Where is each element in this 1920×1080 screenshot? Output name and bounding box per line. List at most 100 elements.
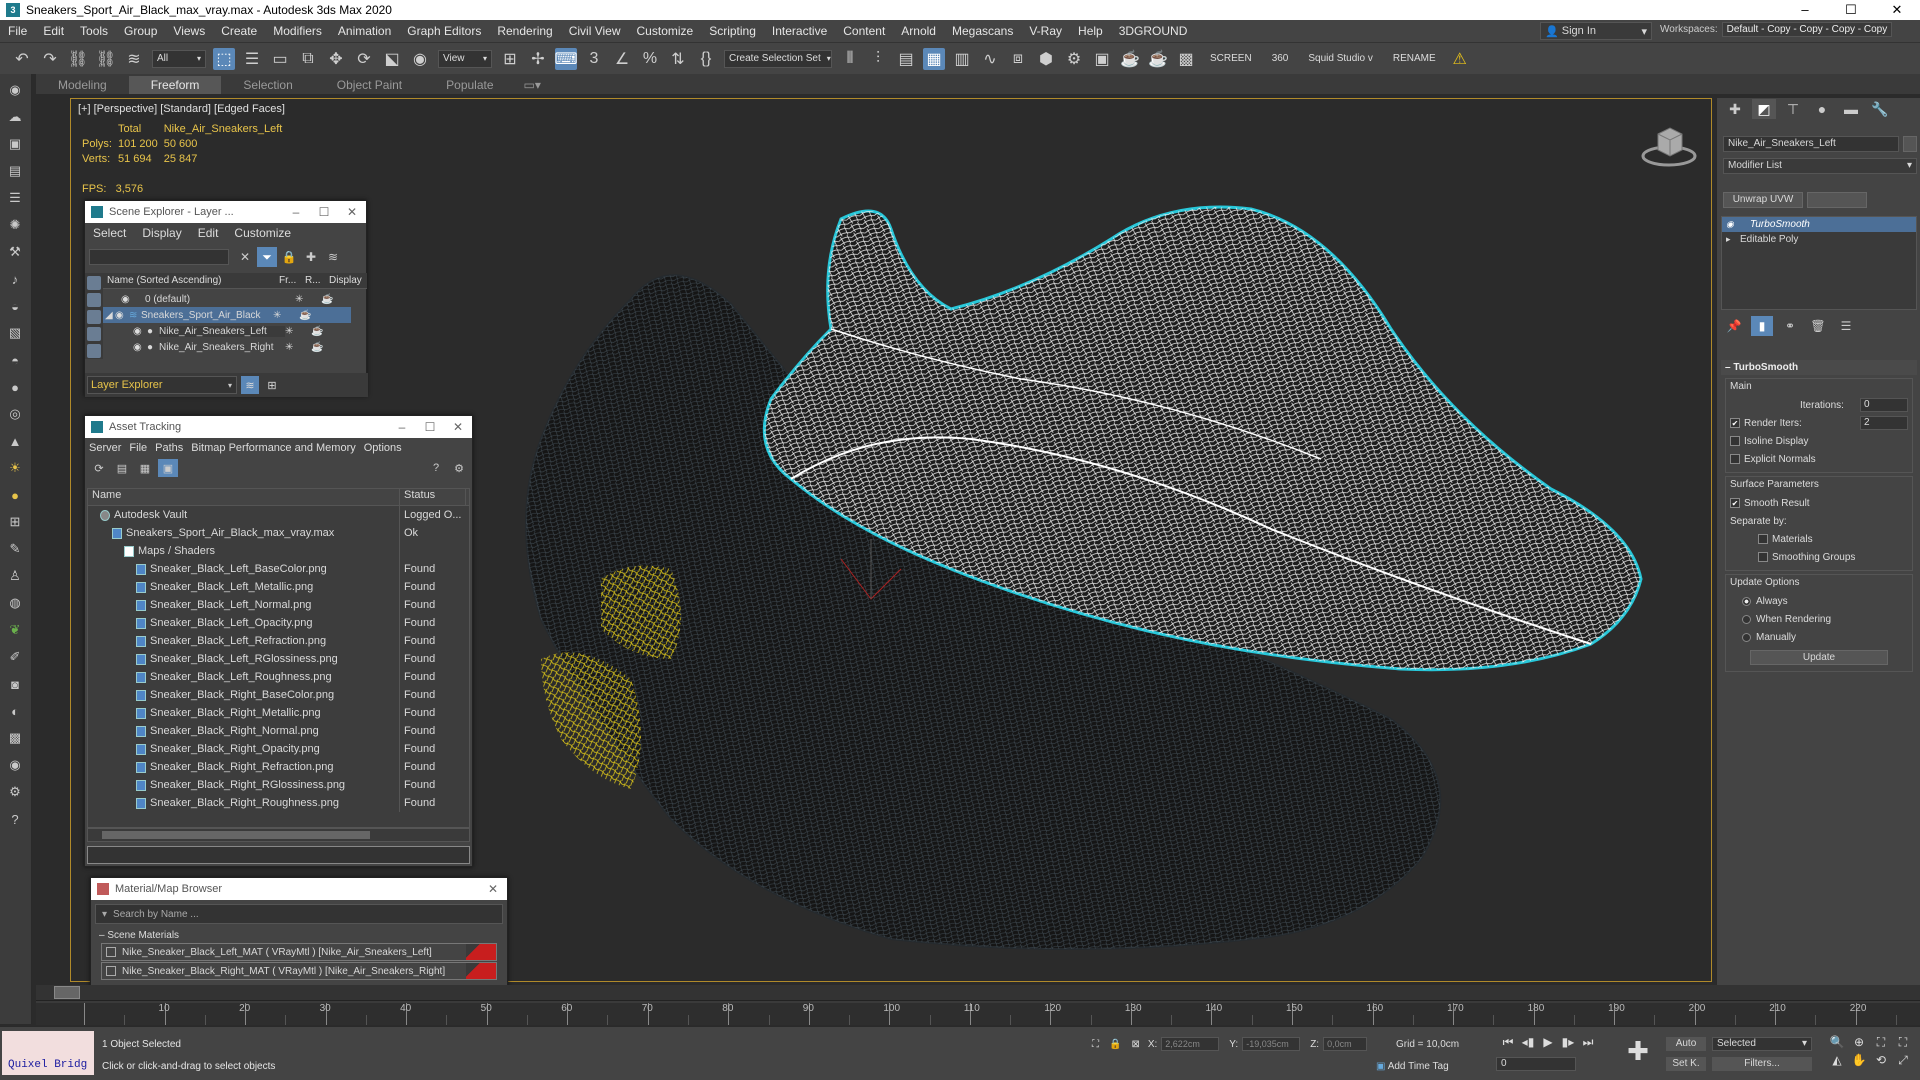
- z-coordinate-field[interactable]: 0,0cm: [1323, 1037, 1368, 1051]
- settings-icon[interactable]: ⚙: [4, 781, 26, 803]
- cloud-icon[interactable]: ☁: [4, 106, 26, 128]
- asset-row[interactable]: Sneaker_Black_Right_RGlossiness.png Found: [88, 776, 469, 794]
- asset-row[interactable]: Sneaker_Black_Right_Metallic.png Found: [88, 704, 469, 722]
- auto-key-button[interactable]: Auto: [1666, 1037, 1706, 1051]
- close-icon[interactable]: ✕: [444, 420, 472, 434]
- modify-tab-icon[interactable]: ◩: [1752, 99, 1776, 119]
- maximize-viewport-icon[interactable]: ⤢: [1892, 1053, 1914, 1071]
- grid-icon[interactable]: ⊞: [4, 511, 26, 533]
- menu-group[interactable]: Group: [116, 24, 165, 38]
- add-time-tag[interactable]: ▣ Add Time Tag: [1376, 1061, 1449, 1072]
- render-icon[interactable]: ☕: [321, 294, 333, 305]
- tab-object-paint[interactable]: Object Paint: [315, 76, 424, 94]
- at-menu-bitmap-performance[interactable]: Bitmap Performance and Memory: [187, 442, 359, 454]
- tab-selection[interactable]: Selection: [221, 76, 314, 94]
- workspace-selector[interactable]: Workspaces: Default - Copy - Copy - Copy …: [1660, 22, 1893, 37]
- explicit-normals-checkbox[interactable]: [1730, 454, 1740, 464]
- maximize-button[interactable]: ☐: [1828, 0, 1874, 20]
- minimize-icon[interactable]: –: [388, 420, 416, 434]
- list-icon[interactable]: ☰: [4, 187, 26, 209]
- link-icon[interactable]: ⛓: [67, 48, 89, 70]
- go-to-start-icon[interactable]: ⏮: [1498, 1035, 1518, 1050]
- menu-megascans[interactable]: Megascans: [944, 24, 1021, 38]
- menu-edit[interactable]: Edit: [35, 24, 72, 38]
- table-view-icon[interactable]: ▦: [135, 459, 155, 477]
- at-col-status[interactable]: Status: [400, 489, 466, 505]
- eye-icon[interactable]: ◉: [115, 310, 129, 321]
- new-layer-icon[interactable]: ✚: [301, 247, 321, 267]
- isolate-icon[interactable]: ⛶: [1092, 1039, 1099, 1050]
- keyboard-shortcut-override-icon[interactable]: ⌨: [554, 47, 578, 70]
- layers-icon[interactable]: ≋: [323, 247, 343, 267]
- at-menu-file[interactable]: File: [125, 442, 151, 454]
- freeze-icon[interactable]: ✳: [285, 326, 311, 337]
- layers-icon[interactable]: ▤: [4, 160, 26, 182]
- time-slider-thumb[interactable]: [54, 986, 80, 999]
- material-item-right[interactable]: Nike_Sneaker_Black_Right_MAT ( VRayMtl )…: [101, 962, 497, 980]
- menu-file[interactable]: File: [0, 24, 35, 38]
- se-col-render[interactable]: R...: [305, 275, 329, 286]
- modifier-list-dropdown[interactable]: Modifier List ▾: [1723, 158, 1917, 174]
- help-icon[interactable]: ?: [426, 459, 446, 477]
- vray-icon[interactable]: ◉: [4, 754, 26, 776]
- tab-populate[interactable]: Populate: [424, 76, 515, 94]
- maximize-icon[interactable]: ☐: [310, 205, 338, 219]
- eye-icon[interactable]: ◉: [133, 342, 147, 353]
- always-radio[interactable]: [1742, 596, 1751, 606]
- scale-icon[interactable]: ⬕: [381, 48, 403, 70]
- asset-row[interactable]: Sneaker_Black_Right_Normal.png Found: [88, 722, 469, 740]
- redo-icon[interactable]: ↷: [39, 48, 61, 70]
- menu-help[interactable]: Help: [1070, 24, 1111, 38]
- display-tab-icon[interactable]: ▬: [1839, 99, 1863, 119]
- freeze-icon[interactable]: ✳: [273, 310, 299, 321]
- eye-icon[interactable]: ◉: [133, 326, 147, 337]
- asset-horizontal-scrollbar[interactable]: [87, 828, 470, 842]
- reference-coordinate-dropdown[interactable]: View ▾: [438, 49, 492, 68]
- layer-row-sneakers[interactable]: ◢ ◉ ≋ Sneakers_Sport_Air_Black ✳ ☕: [103, 307, 351, 323]
- rectangular-selection-icon[interactable]: ▭: [269, 48, 291, 70]
- show-end-result-icon[interactable]: ▮: [1751, 316, 1773, 336]
- render-iters-spinner[interactable]: 2: [1860, 416, 1908, 430]
- minimize-button[interactable]: –: [1782, 0, 1828, 20]
- refresh-icon[interactable]: ⟳: [89, 459, 109, 477]
- help-icon[interactable]: ?: [4, 808, 26, 830]
- unlink-icon[interactable]: ⛓: [95, 48, 117, 70]
- previous-frame-icon[interactable]: ◂▮: [1518, 1035, 1538, 1050]
- menu-content[interactable]: Content: [835, 24, 893, 38]
- sphere-icon[interactable]: ●: [4, 376, 26, 398]
- grid-view-icon[interactable]: ▣: [158, 459, 178, 477]
- at-col-name[interactable]: Name: [88, 489, 400, 505]
- spinner-snap-icon[interactable]: ⇅: [667, 48, 689, 70]
- bind-spacewarp-icon[interactable]: ≋: [123, 48, 145, 70]
- menu-animation[interactable]: Animation: [330, 24, 399, 38]
- se-menu-display[interactable]: Display: [134, 226, 189, 240]
- object-color-swatch[interactable]: [1903, 136, 1917, 152]
- scene-explorer-search-input[interactable]: [89, 249, 229, 265]
- warning-icon[interactable]: ⚠: [1449, 48, 1471, 70]
- minimize-icon[interactable]: –: [282, 205, 310, 219]
- rendered-frame-window-icon[interactable]: ▣: [1091, 48, 1113, 70]
- selection-lock-icon[interactable]: 🔒: [1109, 1039, 1121, 1050]
- zoom-extents-icon[interactable]: ⛶: [1870, 1035, 1892, 1053]
- se-col-name[interactable]: Name (Sorted Ascending): [103, 275, 279, 286]
- freeze-icon[interactable]: ✳: [285, 342, 311, 353]
- asset-row[interactable]: Sneaker_Black_Right_BaseColor.png Found: [88, 686, 469, 704]
- key-filters-button[interactable]: Filters...: [1712, 1057, 1812, 1071]
- asset-row[interactable]: Maps / Shaders: [88, 542, 469, 560]
- maximize-icon[interactable]: ☐: [416, 420, 444, 434]
- rename-button[interactable]: RENAME: [1393, 53, 1436, 64]
- select-manipulate-icon[interactable]: ✢: [527, 48, 549, 70]
- place-icon[interactable]: ◉: [409, 48, 431, 70]
- texture-icon[interactable]: ▩: [4, 727, 26, 749]
- screen-script-button[interactable]: SCREEN: [1210, 53, 1252, 64]
- person-icon[interactable]: ♙: [4, 565, 26, 587]
- motion-tab-icon[interactable]: ●: [1810, 99, 1834, 119]
- sign-in-dropdown[interactable]: 👤 Sign In ▾: [1540, 22, 1652, 40]
- quixel-bridge-button[interactable]: Quixel Bridg: [2, 1031, 94, 1075]
- list-view-icon[interactable]: ▤: [112, 459, 132, 477]
- viewcube-icon[interactable]: [1640, 122, 1698, 168]
- when-rendering-radio[interactable]: [1742, 614, 1751, 624]
- select-by-name-icon[interactable]: ☰: [241, 48, 263, 70]
- select-object-icon[interactable]: ⬚: [213, 47, 235, 70]
- set-key-button[interactable]: Set K.: [1666, 1057, 1706, 1071]
